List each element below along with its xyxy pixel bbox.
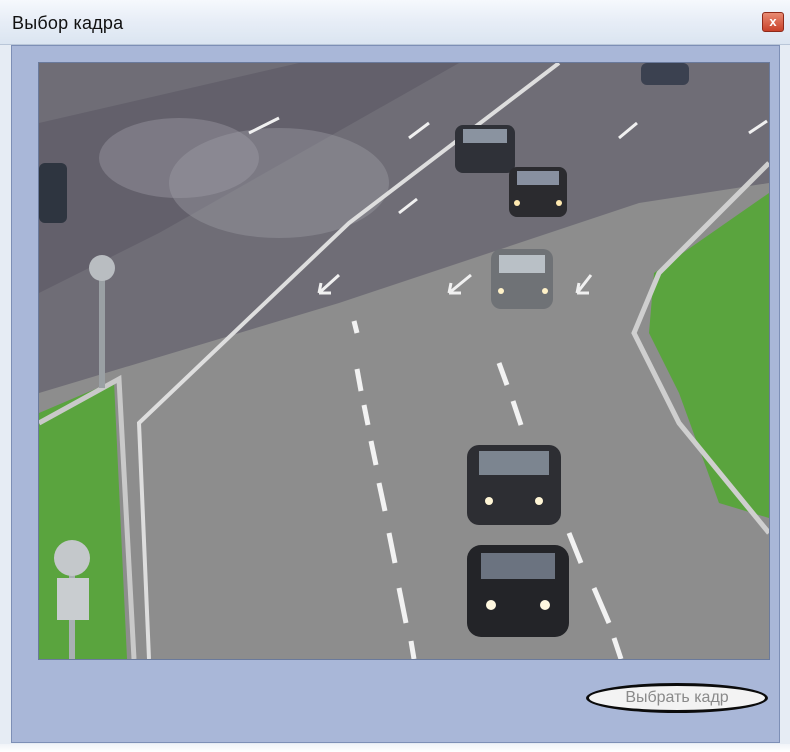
window-title: Выбор кадра xyxy=(12,13,124,33)
road-scene-image xyxy=(39,63,769,659)
close-icon: x xyxy=(769,14,777,29)
title-bar[interactable]: Выбор кадра x xyxy=(0,0,790,45)
close-button[interactable]: x xyxy=(762,12,784,32)
car-1 xyxy=(455,125,515,173)
video-frame-preview[interactable] xyxy=(38,62,770,660)
select-frame-button[interactable]: Выбрать кадр xyxy=(586,683,768,713)
frame-select-dialog: Выбор кадра x Выбрать кадр xyxy=(0,0,790,752)
window-bottom-edge xyxy=(0,744,790,752)
